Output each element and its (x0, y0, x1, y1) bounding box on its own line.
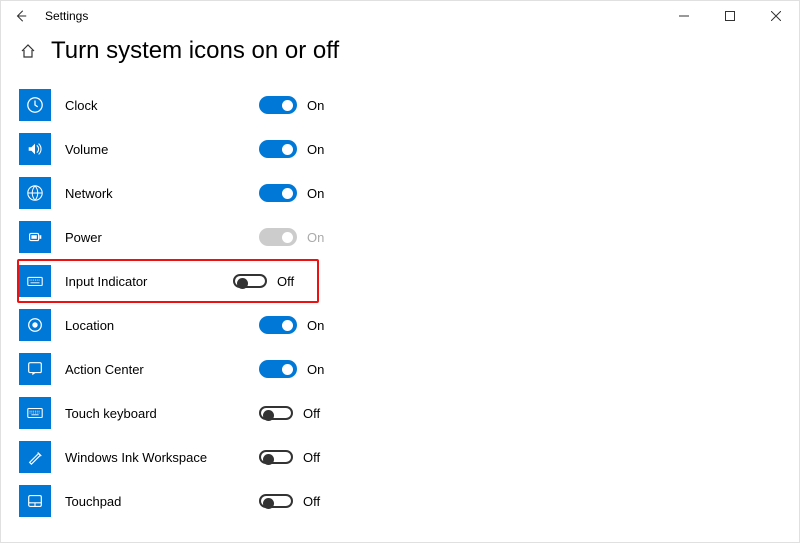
setting-row-power: Power On (19, 215, 339, 259)
toggle-location[interactable]: On (259, 316, 339, 334)
toggle-switch (259, 184, 297, 202)
setting-label: Location (65, 318, 259, 333)
setting-row-network: Network On (19, 171, 339, 215)
toggle-switch (259, 228, 297, 246)
toggle-switch (259, 450, 293, 464)
input-indicator-icon (19, 265, 51, 297)
back-button[interactable] (9, 9, 33, 23)
power-icon (19, 221, 51, 253)
toggle-state-label: On (307, 186, 324, 201)
page-header: Turn system icons on or off (1, 31, 799, 77)
toggle-state-label: Off (303, 450, 320, 465)
setting-row-ink-workspace: Windows Ink Workspace Off (19, 435, 339, 479)
setting-label: Network (65, 186, 259, 201)
toggle-touch-keyboard[interactable]: Off (259, 406, 339, 421)
toggle-state-label: Off (303, 406, 320, 421)
toggle-state-label: On (307, 318, 324, 333)
action-center-icon (19, 353, 51, 385)
setting-label: Touch keyboard (65, 406, 259, 421)
close-button[interactable] (753, 1, 799, 31)
setting-label: Action Center (65, 362, 259, 377)
toggle-state-label: On (307, 230, 324, 245)
toggle-switch (259, 316, 297, 334)
setting-row-touchpad: Touchpad Off (19, 479, 339, 523)
setting-label: Power (65, 230, 259, 245)
toggle-switch (259, 406, 293, 420)
toggle-switch (259, 494, 293, 508)
settings-window: Settings Turn system icons on or off Clo… (0, 0, 800, 543)
toggle-network[interactable]: On (259, 184, 339, 202)
minimize-button[interactable] (661, 1, 707, 31)
toggle-state-label: On (307, 142, 324, 157)
setting-row-action-center: Action Center On (19, 347, 339, 391)
toggle-touchpad[interactable]: Off (259, 494, 339, 509)
toggle-state-label: On (307, 98, 324, 113)
setting-label: Clock (65, 98, 259, 113)
setting-label: Volume (65, 142, 259, 157)
setting-row-volume: Volume On (19, 127, 339, 171)
ink-workspace-icon (19, 441, 51, 473)
window-controls (661, 1, 799, 31)
toggle-action-center[interactable]: On (259, 360, 339, 378)
network-icon (19, 177, 51, 209)
maximize-icon (725, 11, 735, 21)
close-icon (771, 11, 781, 21)
toggle-switch (233, 274, 267, 288)
maximize-button[interactable] (707, 1, 753, 31)
toggle-state-label: Off (303, 494, 320, 509)
toggle-clock[interactable]: On (259, 96, 339, 114)
page-title: Turn system icons on or off (51, 37, 339, 65)
setting-row-location: Location On (19, 303, 339, 347)
setting-row-input-indicator: Input Indicator Off (17, 259, 319, 303)
toggle-switch (259, 360, 297, 378)
setting-row-clock: Clock On (19, 83, 339, 127)
setting-label: Input Indicator (65, 274, 233, 289)
toggle-state-label: Off (277, 274, 294, 289)
minimize-icon (679, 11, 689, 21)
toggle-power: On (259, 228, 339, 246)
window-title: Settings (33, 9, 88, 23)
back-arrow-icon (14, 9, 28, 23)
home-icon (20, 43, 36, 59)
clock-icon (19, 89, 51, 121)
volume-icon (19, 133, 51, 165)
setting-row-touch-keyboard: Touch keyboard Off (19, 391, 339, 435)
toggle-volume[interactable]: On (259, 140, 339, 158)
touch-keyboard-icon (19, 397, 51, 429)
touchpad-icon (19, 485, 51, 517)
toggle-state-label: On (307, 362, 324, 377)
titlebar: Settings (1, 1, 799, 31)
settings-list[interactable]: Clock On Volume On Network On Power On Input Ind… (1, 79, 791, 536)
setting-label: Touchpad (65, 494, 259, 509)
toggle-ink-workspace[interactable]: Off (259, 450, 339, 465)
setting-label: Windows Ink Workspace (65, 450, 259, 465)
toggle-switch (259, 140, 297, 158)
home-button[interactable] (19, 43, 37, 59)
toggle-input-indicator[interactable]: Off (233, 274, 313, 289)
location-icon (19, 309, 51, 341)
toggle-switch (259, 96, 297, 114)
